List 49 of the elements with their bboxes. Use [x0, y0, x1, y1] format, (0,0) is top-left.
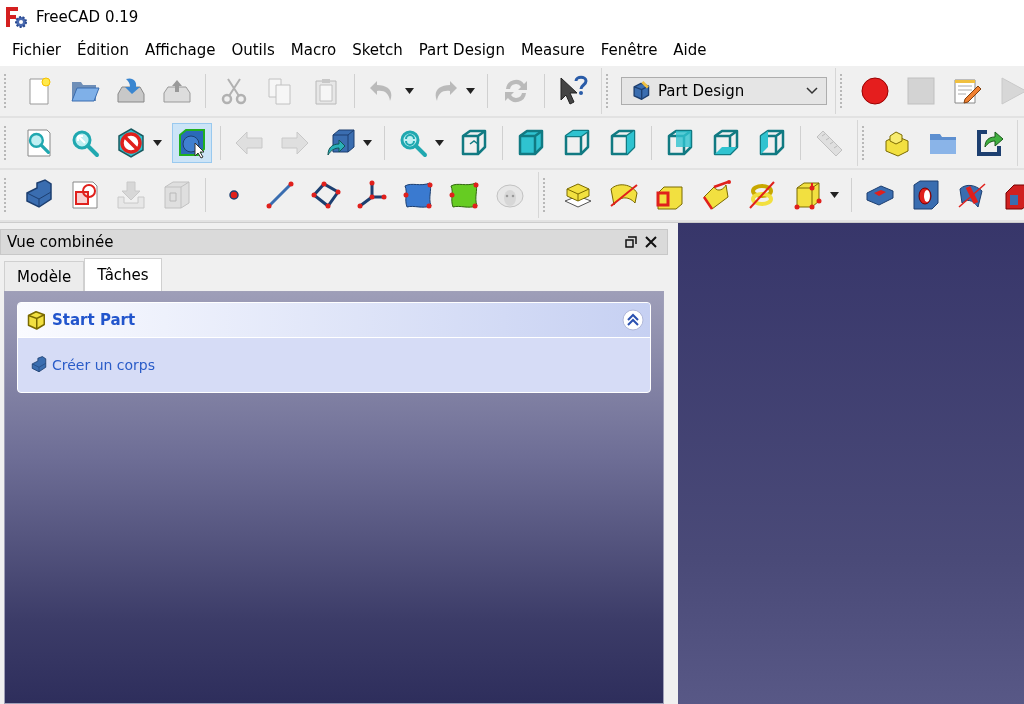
- sketch-icon: [69, 179, 101, 211]
- menu-item[interactable]: Part Design: [410, 41, 513, 59]
- menu-item[interactable]: Édition: [69, 41, 137, 59]
- import-icon: [115, 179, 147, 211]
- task-box-title: Start Part: [52, 311, 137, 329]
- menu-item[interactable]: Fenêtre: [592, 41, 666, 59]
- clone-cube-icon: [161, 179, 193, 211]
- pointer-question-icon: [557, 75, 589, 107]
- task-action-link[interactable]: Créer un corps: [30, 356, 156, 374]
- menu-item[interactable]: Outils: [223, 41, 283, 59]
- stop-icon: [905, 75, 937, 107]
- pipe-icon: [700, 179, 732, 211]
- sub-shape-binder-icon: [448, 179, 480, 211]
- caret-icon: [435, 140, 444, 146]
- tab[interactable]: Modèle: [4, 261, 85, 291]
- tab[interactable]: Tâches: [84, 258, 162, 291]
- body-icon: [30, 356, 48, 374]
- primitive-cube-icon: [792, 179, 824, 211]
- close-icon: [645, 236, 657, 248]
- restore-window-icon: [625, 236, 637, 248]
- menu-item[interactable]: Sketch: [344, 41, 411, 59]
- toolbar-button[interactable]: [172, 123, 212, 163]
- app-logo-icon: [4, 5, 28, 29]
- window-title: FreeCAD 0.19: [36, 8, 139, 26]
- chevron-down-icon: [806, 87, 818, 95]
- workbench-dropdown[interactable]: Part Design: [621, 77, 827, 105]
- body-icon: [23, 179, 55, 211]
- caret-icon: [363, 140, 372, 146]
- caret-icon: [466, 88, 475, 94]
- menu-item[interactable]: Macro: [282, 41, 345, 59]
- dock-title: Vue combinée: [7, 233, 115, 251]
- workbench-cube-icon: [630, 80, 652, 102]
- caret-icon: [153, 140, 162, 146]
- no-sign-hexagon-icon: [115, 127, 147, 159]
- menu-item[interactable]: Affichage: [136, 41, 224, 59]
- record-icon: [859, 75, 891, 107]
- menu-item[interactable]: Aide: [665, 41, 715, 59]
- caret-icon: [830, 192, 839, 198]
- menu-item[interactable]: Measure: [512, 41, 593, 59]
- line-icon: [264, 179, 296, 211]
- collapse-chevron-icon[interactable]: [622, 309, 644, 331]
- box-selection-icon: [176, 127, 208, 159]
- plane-icon: [310, 179, 342, 211]
- shape-binder-icon: [402, 179, 434, 211]
- caret-icon: [405, 88, 414, 94]
- menu-item[interactable]: Fichier: [4, 41, 70, 59]
- axes-icon: [356, 179, 388, 211]
- hole-icon: [910, 179, 942, 211]
- helix-icon: [746, 179, 778, 211]
